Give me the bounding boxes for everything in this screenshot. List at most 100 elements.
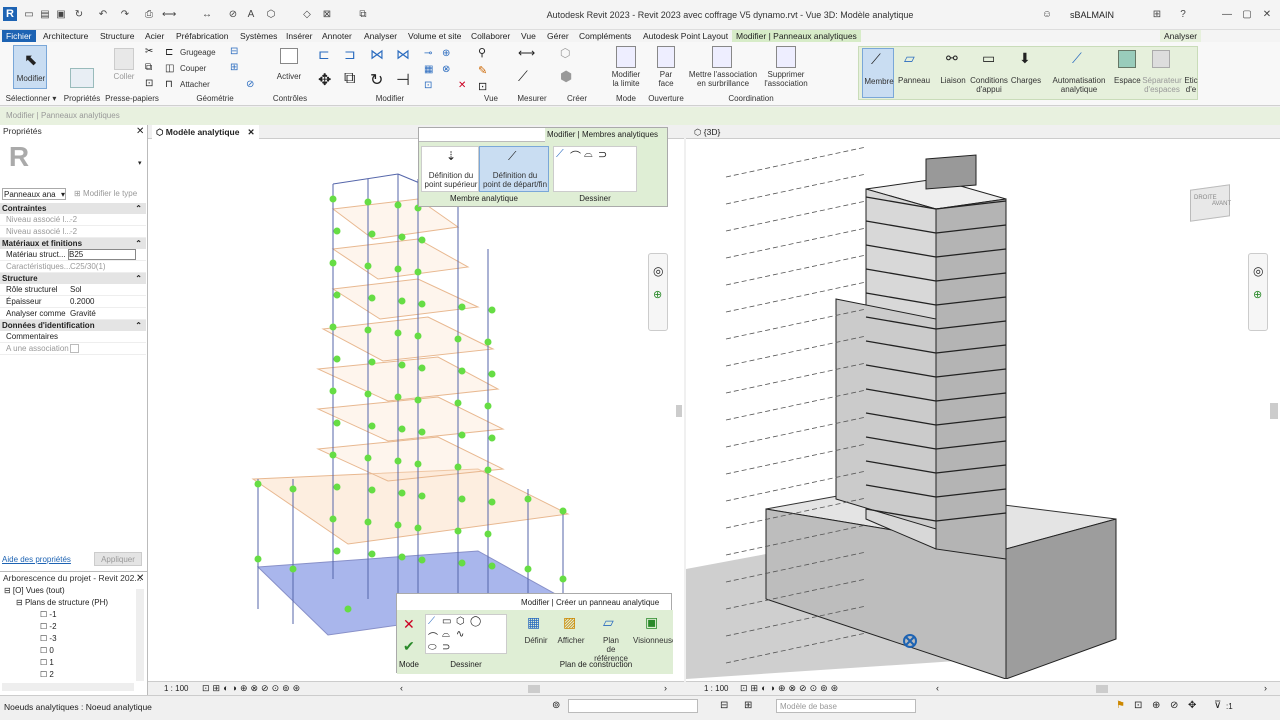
popup-search[interactable] <box>419 128 545 142</box>
analytical-node[interactable] <box>368 230 376 238</box>
minimize-icon[interactable]: — <box>1220 8 1234 22</box>
cut-icon[interactable]: ✂ <box>145 46 153 57</box>
arc-icon[interactable]: ⌒ <box>570 148 581 164</box>
help-link[interactable]: Aide des propriétés <box>2 555 71 564</box>
cut-geometry-icon[interactable]: ◫ <box>165 63 174 74</box>
analytical-node[interactable] <box>394 265 402 273</box>
hscroll-left-icon[interactable]: ‹ <box>936 683 939 693</box>
group-selectionner[interactable]: Sélectionner ▾ <box>3 94 59 103</box>
analytical-node[interactable] <box>398 233 406 241</box>
scale-label-right[interactable]: 1 : 100 <box>704 684 728 693</box>
steering-wheel-icon[interactable]: ◎ <box>1253 264 1263 278</box>
remove-association-button[interactable]: Supprimer l'association <box>760 70 812 88</box>
analytical-node[interactable] <box>329 515 337 523</box>
array-icon[interactable]: ▦ <box>424 64 433 75</box>
print-icon[interactable]: ⎙ <box>142 8 156 22</box>
tab-systemes[interactable]: Systèmes <box>236 30 281 42</box>
cancel-icon[interactable]: ✕ <box>403 616 415 633</box>
analytical-node[interactable] <box>418 492 426 500</box>
cart-icon[interactable]: ⊞ <box>1150 8 1164 22</box>
line-icon[interactable]: ⟋ <box>428 616 435 627</box>
zoom-icon[interactable]: ⊕ <box>1253 288 1262 301</box>
prop-row[interactable]: Épaisseur 0.2000 <box>0 296 146 308</box>
ellipse-icon[interactable]: ⬭ <box>428 642 437 653</box>
etiquette-button[interactable]: Etic d'e <box>1184 76 1198 94</box>
arc-center-icon[interactable]: ⌓ <box>584 148 593 161</box>
analytical-node[interactable] <box>488 562 496 570</box>
tab-prefabrication[interactable]: Préfabrication <box>172 30 232 42</box>
analytical-node[interactable] <box>368 486 376 494</box>
tree-leaf[interactable]: ☐ 0 <box>2 645 136 657</box>
tag-icon[interactable]: ⊘ <box>226 8 240 22</box>
view-controls-icon[interactable]: ⊡⊞◐◑⊕⊗⊘⊙⊚⊛ <box>202 683 303 694</box>
hscroll-right-icon[interactable]: › <box>664 683 667 693</box>
3d-view[interactable]: ⬡ {3D} DROITE AVANT ◎ ⊕ 1 : 100 ⊡⊞◐◑⊕⊗⊘⊙… <box>686 125 1280 695</box>
plan-reference-button[interactable]: ▱ Plan de référence <box>591 614 631 663</box>
analytical-node[interactable] <box>398 489 406 497</box>
tree-leaf[interactable]: ☐ -1 <box>2 609 136 621</box>
type-select[interactable]: Panneaux ana ▾ <box>2 188 66 200</box>
analytical-node[interactable] <box>289 485 297 493</box>
tab-acier[interactable]: Acier <box>141 30 168 42</box>
section-materiaux[interactable]: Matériaux et finitions ⌃ <box>0 238 146 249</box>
analytical-node[interactable] <box>559 575 567 583</box>
mirror-axis-icon[interactable]: ⋈ <box>370 46 384 63</box>
grugeage-button[interactable]: Grugeage <box>180 48 216 57</box>
liaison-button[interactable]: ⚯ Liaison <box>938 48 968 98</box>
tab-architecture[interactable]: Architecture <box>39 30 92 42</box>
hscroll-thumb[interactable] <box>1096 685 1108 693</box>
copy-icon[interactable]: ⧉ <box>145 62 152 73</box>
wall-join-icon[interactable]: ⊞ <box>230 62 238 73</box>
analytical-node[interactable] <box>254 555 262 563</box>
separateur-button[interactable]: Séparateur d'espaces <box>1142 48 1182 98</box>
circle-icon[interactable]: ◯ <box>470 616 481 627</box>
pencil-icon[interactable]: ✎ <box>478 64 487 77</box>
scale-label[interactable]: 1 : 100 <box>164 684 188 693</box>
workset-select[interactable] <box>568 699 698 713</box>
edit-boundary-icon[interactable] <box>616 46 636 68</box>
move-icon[interactable]: ✥ <box>318 70 331 90</box>
analytical-node[interactable] <box>484 530 492 538</box>
modifier-limite-button[interactable]: Modifier la limite <box>606 70 646 88</box>
analytical-node[interactable] <box>364 454 372 462</box>
afficher-button[interactable]: ▨ Afficher <box>555 614 587 654</box>
tab-volume-site[interactable]: Volume et site <box>404 30 465 42</box>
highlight-association-button[interactable]: Mettre l'association en surbrillance <box>688 70 758 88</box>
prop-row[interactable]: Rôle structurel Sol <box>0 284 146 296</box>
tree-node-plans[interactable]: ⊟ Plans de structure (PH) <box>2 597 136 609</box>
paint-icon[interactable]: ⊘ <box>246 79 254 90</box>
apply-button[interactable]: Appliquer <box>94 552 142 566</box>
analytical-node[interactable] <box>398 553 406 561</box>
automatisation-button[interactable]: ⟋ Automatisation analytique <box>1048 48 1110 98</box>
tree-leaf[interactable]: ☐ -3 <box>2 633 136 645</box>
analytical-node[interactable] <box>333 419 341 427</box>
hscroll-left-icon[interactable]: ‹ <box>400 683 403 693</box>
analytical-node[interactable] <box>398 425 406 433</box>
delete-icon[interactable]: ✕ <box>458 80 466 91</box>
bulb-icon[interactable]: ⚲ <box>478 46 486 59</box>
redo-icon[interactable]: ↷ <box>118 8 132 22</box>
activer-button[interactable]: Activer <box>272 72 306 81</box>
analytical-node[interactable] <box>484 338 492 346</box>
undo-icon[interactable]: ↶ <box>96 8 110 22</box>
steering-wheel-icon[interactable]: ◎ <box>653 264 663 278</box>
tab-gerer[interactable]: Gérer <box>543 30 573 42</box>
materiau-field[interactable]: B25 <box>68 249 136 260</box>
tree-leaf[interactable]: ☐ 1 <box>2 657 136 669</box>
spline-icon[interactable]: ∿ <box>456 629 464 640</box>
by-face-icon[interactable] <box>657 46 675 68</box>
finish-icon[interactable]: ✔ <box>403 638 415 655</box>
tab-fichier[interactable]: Fichier <box>2 30 36 42</box>
dimension-icon[interactable]: ↔ <box>200 8 214 22</box>
create-similar-icon[interactable]: ⬡ <box>560 46 570 60</box>
folder-icon[interactable]: ▤ <box>38 8 52 22</box>
attacher-button[interactable]: Attacher <box>180 80 210 89</box>
analytical-node[interactable] <box>368 550 376 558</box>
tab-analyser[interactable]: Analyser <box>360 30 401 42</box>
join-icon[interactable]: ⊟ <box>230 46 238 57</box>
highlight-association-icon[interactable] <box>712 46 732 68</box>
analytical-node[interactable] <box>454 463 462 471</box>
analytical-node[interactable] <box>333 227 341 235</box>
analytical-node[interactable] <box>364 262 372 270</box>
tree-leaf[interactable]: ☐ 2 <box>2 669 136 681</box>
